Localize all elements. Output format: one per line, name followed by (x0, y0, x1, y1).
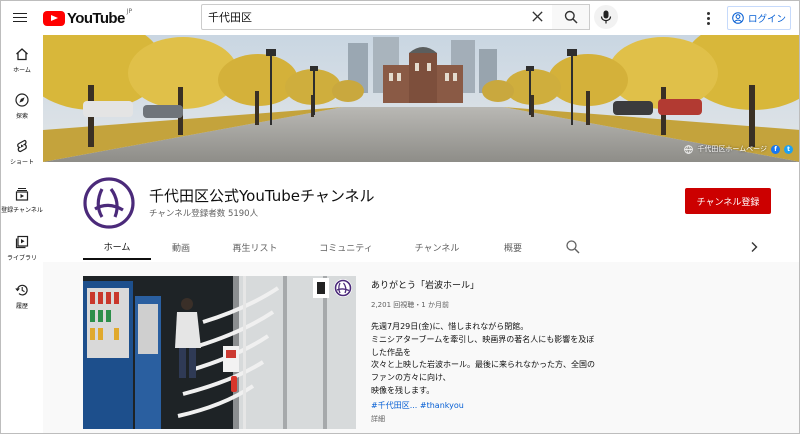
tab-videos[interactable]: 動画 (161, 234, 201, 260)
description-line: ファンの方々に向け、 (371, 373, 451, 383)
featured-video-thumbnail[interactable] (83, 276, 356, 429)
sidebar-item-home[interactable]: ホーム (1, 47, 43, 87)
more-options-icon[interactable] (701, 10, 715, 26)
description-line: 次々と上映した岩波ホール。最後に来られなかった方、全国の (371, 360, 595, 370)
sidebar-label-history: 履歴 (15, 303, 28, 310)
channel-banner: 千代田区ホームページ f t (43, 35, 799, 162)
video-thumbnail-image (83, 276, 356, 429)
search-icon (564, 10, 578, 24)
featured-video-meta: 2,201 回視聴・1 か月前 (371, 301, 449, 309)
details-link[interactable]: 詳細 (371, 414, 385, 424)
library-icon (15, 235, 29, 249)
hashtags: #千代田区... #thankyou (371, 400, 464, 411)
channel-search-icon[interactable] (565, 239, 581, 255)
login-label: ログイン (747, 14, 786, 25)
banner-image (43, 35, 799, 162)
sidebar-label-library: ライブラリ (6, 255, 37, 262)
city-homepage-link[interactable]: 千代田区ホームページ f t (684, 144, 793, 154)
sidebar-item-library[interactable]: ライブラリ (1, 235, 43, 275)
youtube-play-icon (43, 10, 65, 26)
top-bar: YouTube JP 千代田区 ログイン (1, 1, 799, 35)
featured-section: ありがとう「岩波ホール」 2,201 回視聴・1 か月前 先週7月29日(金)に… (43, 262, 799, 433)
home-icon (16, 48, 28, 61)
voice-search-button[interactable] (594, 5, 618, 29)
compass-icon (15, 93, 29, 107)
featured-video-title[interactable]: ありがとう「岩波ホール」 (371, 278, 479, 291)
login-button[interactable]: ログイン (727, 6, 791, 30)
facebook-icon[interactable]: f (771, 144, 780, 154)
account-circle-icon (732, 12, 744, 24)
sidebar-item-subscriptions[interactable]: 登録チャンネル (1, 187, 43, 227)
sidebar-label-shorts: ショート (9, 159, 34, 166)
hashtag-link[interactable]: #thankyou (420, 401, 464, 410)
sidebar-item-history[interactable]: 履歴 (1, 283, 43, 323)
sidebar-label-home: ホーム (13, 67, 31, 74)
logo-region: JP (126, 7, 133, 15)
description-line: した作品を (371, 347, 411, 357)
hamburger-menu-icon[interactable] (13, 10, 27, 24)
tab-channels[interactable]: チャンネル (405, 234, 469, 260)
clear-icon[interactable] (531, 10, 544, 23)
channel-avatar[interactable] (83, 177, 135, 229)
chevron-right-icon[interactable] (747, 240, 761, 254)
sidebar-item-explore[interactable]: 探索 (1, 93, 43, 133)
subscriptions-icon (15, 188, 29, 201)
globe-icon (684, 144, 694, 154)
description-line: 先週7月29日(金)に、惜しまれながら閉館。 (371, 322, 529, 331)
description-line: ミニシアターブームを牽引し、映画界の著名人にも影響を及ぼ (371, 334, 595, 344)
tab-community[interactable]: コミュニティ (311, 234, 381, 260)
subscriber-count: チャンネル登録者数 5190人 (149, 209, 259, 219)
featured-video-description: 先週7月29日(金)に、惜しまれながら閉館。 ミニシアターブームを牽引し、映画界… (371, 321, 631, 398)
city-homepage-label: 千代田区ホームページ (697, 145, 767, 153)
history-icon (15, 284, 28, 296)
sidebar: ホーム 探索 ショート 登録チャンネル ライブラリ 履歴 (1, 35, 43, 433)
tab-home[interactable]: ホーム (83, 234, 151, 260)
shorts-icon (17, 139, 27, 153)
tab-playlists[interactable]: 再生リスト (223, 234, 287, 260)
description-line: 映像を残します。 (371, 385, 435, 395)
hashtag-link[interactable]: #千代田区... (371, 401, 417, 410)
youtube-logo[interactable]: YouTube JP (43, 7, 133, 27)
youtube-window: YouTube JP 千代田区 ログイン ホーム 探索 ショート 登録チャンネル… (0, 0, 800, 434)
sidebar-item-shorts[interactable]: ショート (1, 139, 43, 179)
subscribe-button[interactable]: チャンネル登録 (685, 188, 771, 214)
twitter-icon[interactable]: t (784, 144, 793, 154)
channel-title: 千代田区公式YouTubeチャンネル (149, 187, 375, 205)
search-box (201, 4, 553, 30)
sidebar-label-explore: 探索 (15, 113, 28, 120)
tab-about[interactable]: 概要 (493, 234, 533, 260)
microphone-icon (600, 10, 612, 24)
logo-text: YouTube (67, 9, 125, 27)
channel-tabs: ホーム 動画 再生リスト コミュニティ チャンネル 概要 (43, 234, 799, 262)
sidebar-label-subscriptions: 登録チャンネル (1, 207, 43, 214)
search-button[interactable] (552, 4, 590, 30)
search-input[interactable] (202, 5, 512, 29)
